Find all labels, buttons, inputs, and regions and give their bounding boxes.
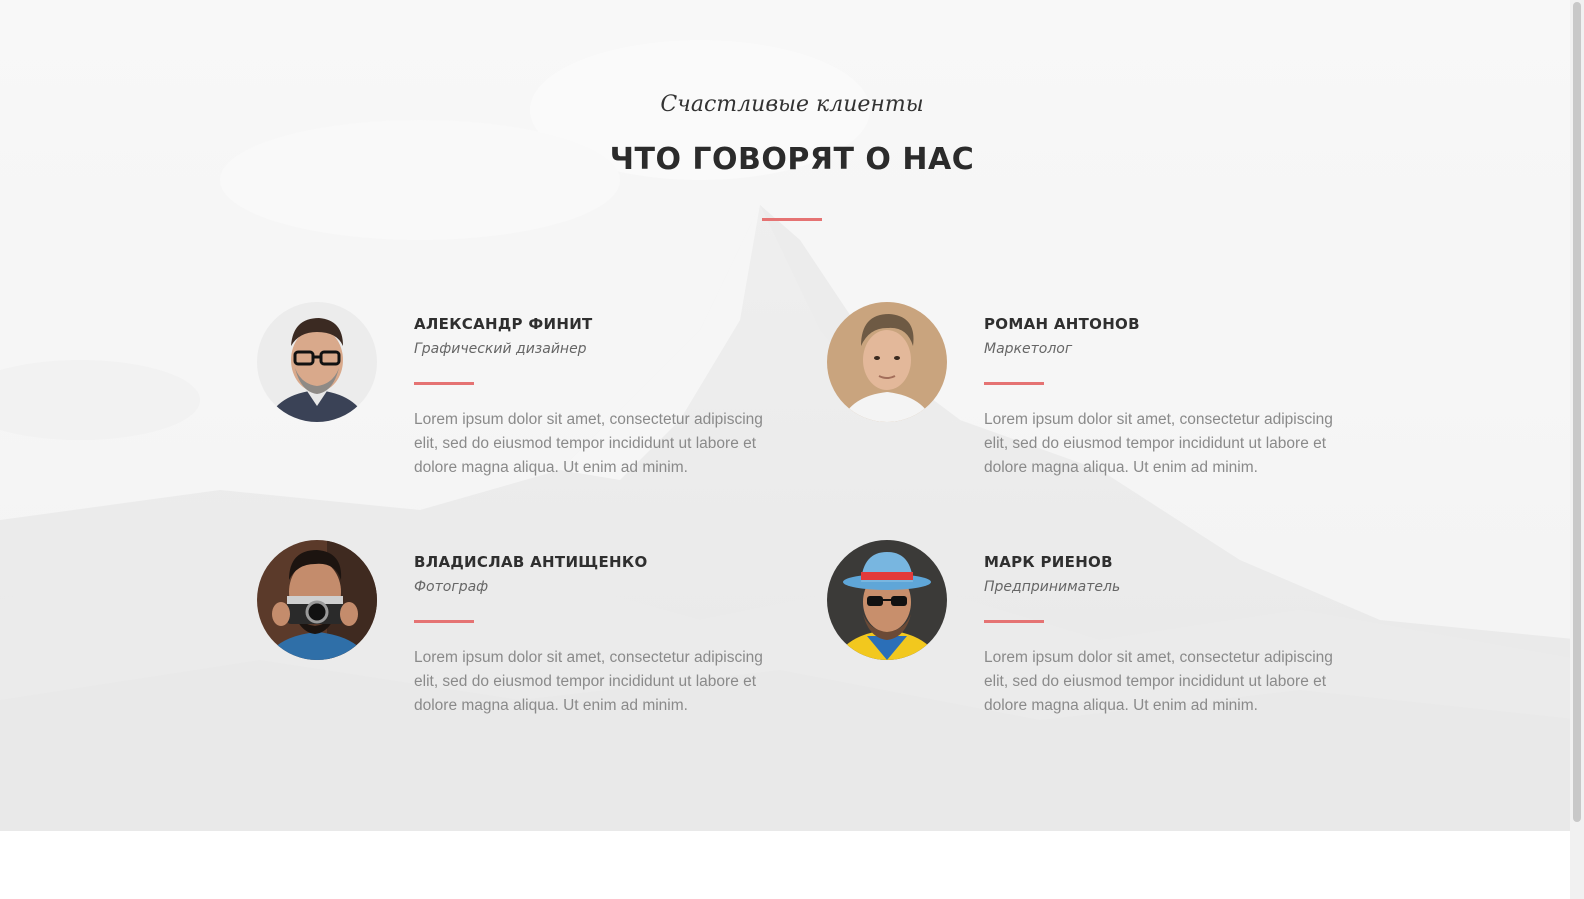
testimonial-card: АЛЕКСАНДР ФИНИТ Графический дизайнер Lor… — [257, 302, 817, 502]
name-divider — [984, 382, 1044, 385]
testimonial-name: ВЛАДИСЛАВ АНТИЩЕНКО — [414, 553, 648, 571]
testimonial-text: Lorem ipsum dolor sit amet, consectetur … — [414, 649, 763, 714]
testimonial-role: Предприниматель — [984, 579, 1121, 595]
testimonial-text: Lorem ipsum dolor sit amet, consectetur … — [414, 411, 763, 476]
testimonials-section: Счастливые клиенты ЧТО ГОВОРЯТ О НАС АЛЕ… — [0, 0, 1584, 831]
testimonial-card: ВЛАДИСЛАВ АНТИЩЕНКО Фотограф Lorem ipsum… — [257, 540, 817, 740]
testimonial-card: МАРК РИЕНОВ Предприниматель Lorem ipsum … — [827, 540, 1387, 740]
scrollbar-thumb[interactable] — [1573, 2, 1581, 822]
testimonial-name: МАРК РИЕНОВ — [984, 553, 1113, 571]
title-divider — [762, 218, 822, 221]
testimonial-role: Фотограф — [414, 579, 489, 595]
section-title: ЧТО ГОВОРЯТ О НАС — [609, 142, 975, 177]
avatar — [827, 540, 947, 660]
testimonial-role: Графический дизайнер — [414, 341, 587, 357]
young-man-portrait-icon — [827, 302, 947, 422]
name-divider — [414, 382, 474, 385]
testimonial-text: Lorem ipsum dolor sit amet, consectetur … — [984, 411, 1333, 476]
avatar — [827, 302, 947, 422]
testimonial-role: Маркетолог — [984, 341, 1073, 357]
man-with-hat-portrait-icon — [827, 540, 947, 660]
photographer-with-camera-portrait-icon — [257, 540, 377, 660]
section-eyebrow: Счастливые клиенты — [660, 92, 924, 117]
page-scrollbar[interactable] — [1570, 0, 1584, 899]
testimonial-text: Lorem ipsum dolor sit amet, consectetur … — [984, 649, 1333, 714]
name-divider — [414, 620, 474, 623]
man-with-glasses-portrait-icon — [257, 302, 377, 422]
avatar — [257, 540, 377, 660]
testimonial-name: АЛЕКСАНДР ФИНИТ — [414, 315, 593, 333]
testimonial-name: РОМАН АНТОНОВ — [984, 315, 1140, 333]
name-divider — [984, 620, 1044, 623]
testimonial-card: РОМАН АНТОНОВ Маркетолог Lorem ipsum dol… — [827, 302, 1387, 502]
avatar — [257, 302, 377, 422]
